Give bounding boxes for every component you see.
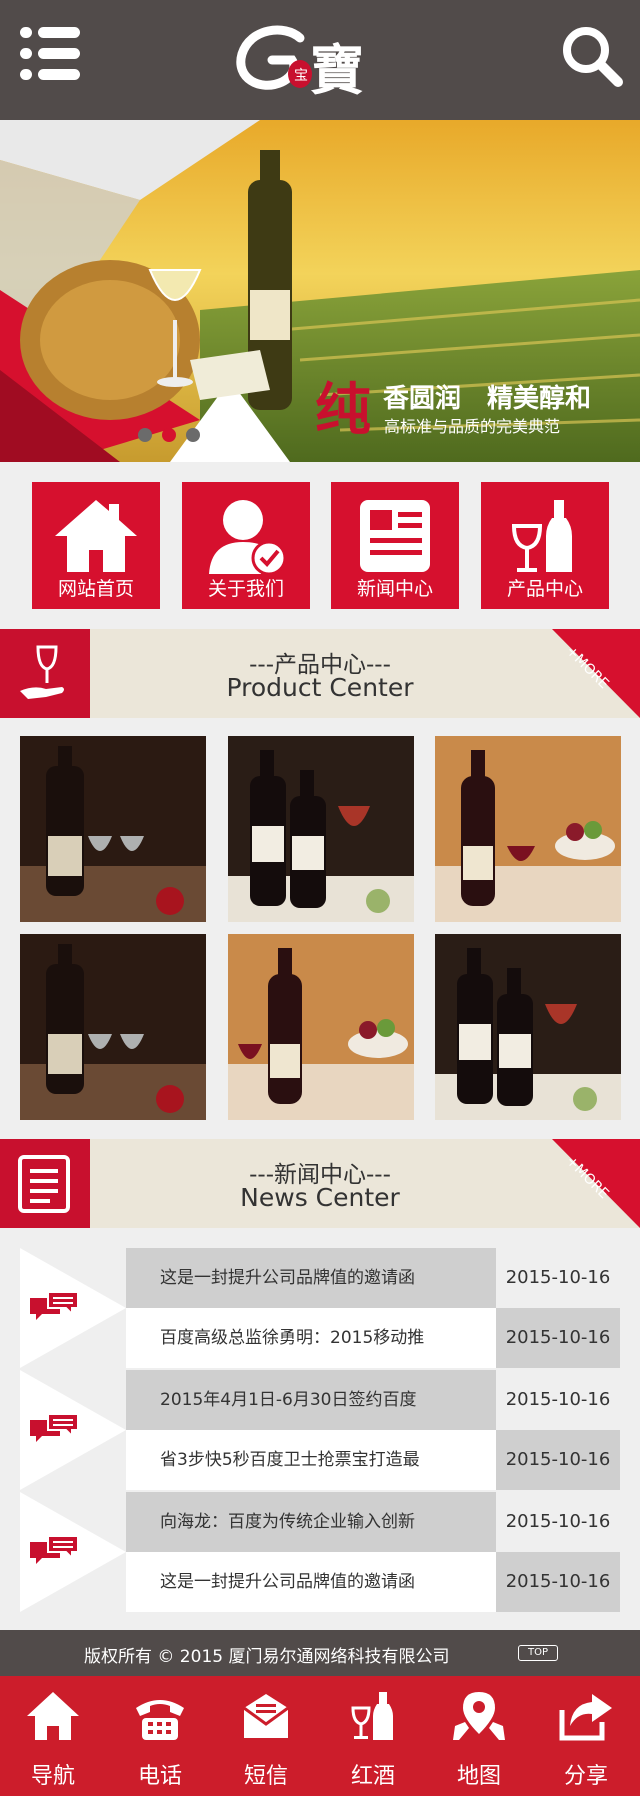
search-icon[interactable] [560, 24, 624, 88]
news-group-marker [20, 1492, 126, 1612]
quick-nav-label: 网站首页 [57, 578, 134, 600]
product-section-header: ---产品中心--- Product Center +MORE [0, 629, 640, 718]
carousel-dots [138, 428, 208, 442]
news-group-marker [20, 1248, 126, 1368]
news-item[interactable]: 这是一封提升公司品牌值的邀请函 2015-10-16 [126, 1552, 620, 1612]
bottom-nav: 导航 电话 短信 红酒 地图 分享 [0, 1676, 640, 1796]
carousel-dot[interactable] [186, 428, 200, 442]
newspaper-icon [360, 500, 430, 572]
copyright-text: 版权所有 © 2015 厦门易尔通网络科技有限公司 [84, 1647, 450, 1667]
news-title[interactable]: 这是一封提升公司品牌值的邀请函 [126, 1552, 476, 1612]
home-icon [55, 500, 137, 572]
bottom-nav-label: 导航 [30, 1764, 75, 1789]
quick-nav-label: 关于我们 [207, 578, 284, 600]
news-date: 2015-10-16 [496, 1552, 620, 1612]
menu-dot [20, 27, 32, 38]
news-item[interactable]: 这是一封提升公司品牌值的邀请函 2015-10-16 [126, 1248, 620, 1308]
quick-nav-home[interactable]: 网站首页 [32, 482, 160, 609]
wine-icon [511, 500, 572, 572]
logo-swirl: 宝 [236, 25, 312, 90]
news-item[interactable]: 百度高级总监徐勇明：2015移动推 2015-10-16 [126, 1308, 620, 1368]
product-item[interactable] [228, 736, 414, 922]
header: 宝 寶盆 [0, 0, 640, 181]
bottom-nav-label: 短信 [243, 1764, 288, 1789]
map-pin-icon [453, 1692, 505, 1740]
bottom-nav-item-navigation[interactable]: 导航 [0, 1676, 106, 1796]
news-title[interactable]: 2015年4月1日-6月30日签约百度 [126, 1370, 476, 1430]
bottom-nav-label: 红酒 [350, 1764, 395, 1789]
news-date: 2015-10-16 [496, 1492, 620, 1552]
svg-text:宝: 宝 [294, 68, 308, 84]
banner-slogan-big: 纯 [315, 377, 371, 443]
news-title[interactable]: 这是一封提升公司品牌值的邀请函 [126, 1248, 476, 1308]
user-check-icon [209, 500, 287, 576]
news-section-header: ---新闻中心--- News Center +MORE [0, 1139, 640, 1228]
news-date: 2015-10-16 [496, 1248, 620, 1308]
menu-bar [38, 69, 80, 80]
news-item[interactable]: 2015年4月1日-6月30日签约百度 2015-10-16 [126, 1370, 620, 1430]
menu-bar [38, 48, 80, 59]
product-image [435, 736, 621, 922]
phone-icon [136, 1700, 184, 1740]
product-image [228, 736, 414, 922]
product-image [20, 934, 206, 1120]
news-date: 2015-10-16 [496, 1370, 620, 1430]
news-item[interactable]: 向海龙：百度为传统企业输入创新 2015-10-16 [126, 1492, 620, 1552]
menu-dot [20, 48, 32, 59]
section-title-en: Product Center [226, 673, 414, 702]
news-title[interactable]: 省3步快5秒百度卫士抢票宝打造最 [126, 1430, 476, 1490]
product-image [20, 736, 206, 922]
news-group: 2015年4月1日-6月30日签约百度 2015-10-16 省3步快5秒百度卫… [20, 1370, 620, 1490]
menu-bar [38, 27, 80, 38]
news-title[interactable]: 百度高级总监徐勇明：2015移动推 [126, 1308, 476, 1368]
logo[interactable]: 宝 寶盆 [230, 20, 420, 181]
share-icon [559, 1694, 612, 1741]
quick-nav-news[interactable]: 新闻中心 [331, 482, 459, 609]
carousel-dot-active[interactable] [162, 428, 176, 442]
quick-nav-products[interactable]: 产品中心 [481, 482, 609, 609]
product-item[interactable] [228, 934, 414, 1120]
message-icon [243, 1694, 289, 1738]
bottom-nav-item-share[interactable]: 分享 [533, 1676, 639, 1796]
quick-nav-label: 新闻中心 [356, 578, 433, 600]
news-section-icon [0, 1139, 90, 1228]
banner-carousel[interactable]: 纯 香圆润 精美醇和 高标准与品质的完美典范 [0, 120, 640, 462]
carousel-dot[interactable] [138, 428, 152, 442]
news-group: 这是一封提升公司品牌值的邀请函 2015-10-16 百度高级总监徐勇明：201… [20, 1248, 620, 1368]
bottom-nav-item-sms[interactable]: 短信 [213, 1676, 319, 1796]
bottom-nav-label: 地图 [456, 1764, 501, 1789]
back-to-top-button[interactable]: TOP [518, 1645, 558, 1661]
wine-icon [351, 1692, 393, 1740]
bottom-nav-label: 电话 [137, 1764, 182, 1789]
bottom-nav-item-map[interactable]: 地图 [426, 1676, 532, 1796]
news-group-marker [20, 1370, 126, 1490]
product-item[interactable] [20, 736, 206, 922]
menu-icon[interactable] [20, 24, 80, 84]
banner-slogan-line1: 香圆润 精美醇和 [383, 384, 592, 414]
menu-dot [20, 69, 32, 80]
product-item[interactable] [20, 934, 206, 1120]
product-section-icon [0, 629, 90, 718]
news-title[interactable]: 向海龙：百度为传统企业输入创新 [126, 1492, 476, 1552]
product-item[interactable] [435, 736, 621, 922]
quick-nav-about[interactable]: 关于我们 [182, 482, 310, 609]
home-icon [27, 1692, 79, 1740]
bottom-nav-label: 分享 [563, 1764, 608, 1789]
news-date: 2015-10-16 [496, 1308, 620, 1368]
news-group: 向海龙：百度为传统企业输入创新 2015-10-16 这是一封提升公司品牌值的邀… [20, 1492, 620, 1612]
news-item[interactable]: 省3步快5秒百度卫士抢票宝打造最 2015-10-16 [126, 1430, 620, 1490]
copyright-bar: 版权所有 © 2015 厦门易尔通网络科技有限公司 TOP [0, 1630, 640, 1676]
quick-nav-label: 产品中心 [506, 578, 583, 600]
section-title-en: News Center [240, 1183, 400, 1212]
banner-slogan-line2: 高标准与品质的完美典范 [384, 417, 561, 436]
bottom-nav-item-phone[interactable]: 电话 [107, 1676, 213, 1796]
bottom-nav-item-wine[interactable]: 红酒 [320, 1676, 426, 1796]
news-date: 2015-10-16 [496, 1430, 620, 1490]
product-image [228, 934, 414, 1120]
product-image [435, 934, 621, 1120]
product-item[interactable] [435, 934, 621, 1120]
